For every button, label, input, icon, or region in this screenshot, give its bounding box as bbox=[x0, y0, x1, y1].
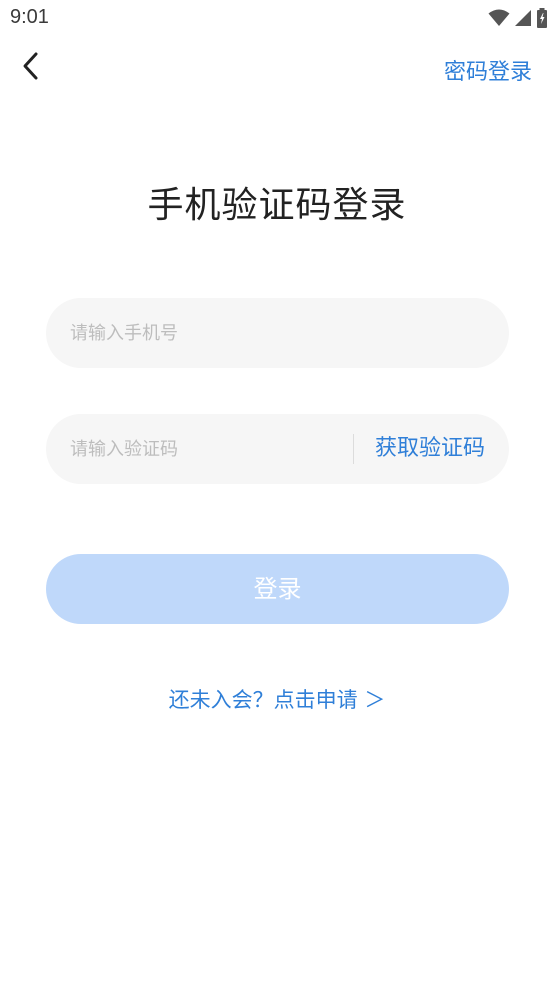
battery-icon bbox=[536, 8, 548, 32]
phone-field[interactable] bbox=[46, 298, 509, 368]
status-time: 9:01 bbox=[10, 6, 49, 28]
apply-membership-link[interactable]: 还未入会？点击申请 ＞ bbox=[0, 684, 554, 714]
verification-code-input[interactable] bbox=[70, 414, 340, 484]
status-bar: 9:01 bbox=[0, 0, 554, 36]
signal-icon bbox=[514, 9, 532, 31]
status-icons bbox=[488, 8, 548, 32]
code-divider bbox=[353, 434, 354, 464]
password-login-link[interactable]: 密码登录 bbox=[444, 54, 532, 86]
phone-input[interactable] bbox=[70, 298, 485, 368]
get-code-button[interactable]: 获取验证码 bbox=[375, 414, 485, 484]
wifi-icon bbox=[488, 9, 510, 31]
page-title: 手机验证码登录 bbox=[147, 185, 407, 226]
nav-bar: 密码登录 bbox=[0, 36, 554, 100]
login-button[interactable]: 登录 bbox=[46, 554, 509, 624]
code-field[interactable]: 获取验证码 bbox=[46, 414, 509, 484]
chevron-left-icon bbox=[21, 51, 41, 85]
back-button[interactable] bbox=[14, 50, 48, 86]
login-screen: 9:01 密码登录 手机验证码登录 请输入手机号 请输入验证码 获取验证码 登录… bbox=[0, 0, 554, 984]
